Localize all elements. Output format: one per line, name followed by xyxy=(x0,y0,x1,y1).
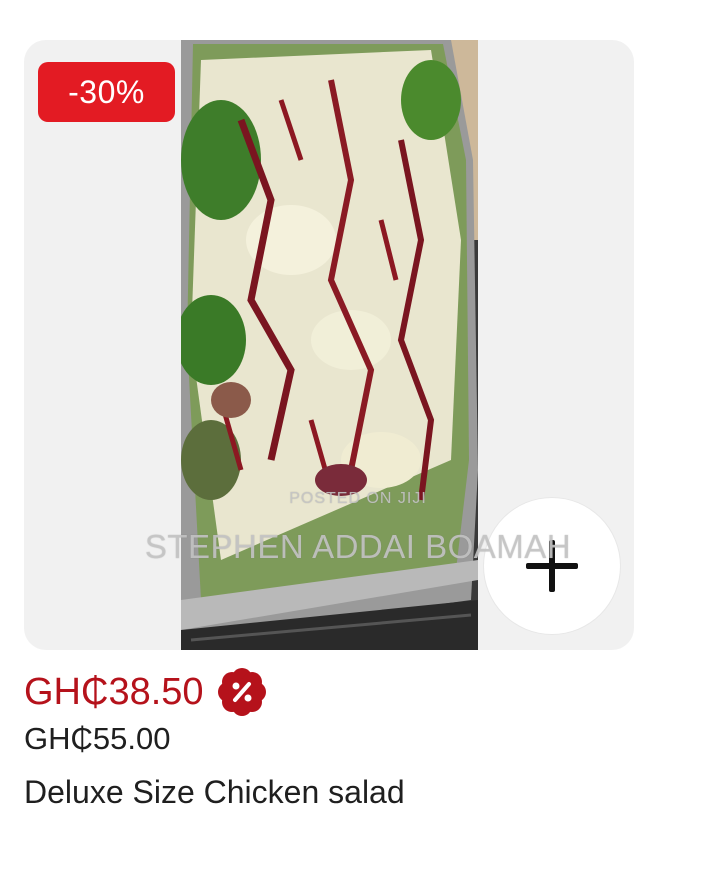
plus-icon xyxy=(526,540,578,592)
discount-badge: -30% xyxy=(38,62,175,122)
discount-flower-icon xyxy=(217,668,266,716)
current-price: GH₵38.50 xyxy=(24,671,204,713)
product-title[interactable]: Deluxe Size Chicken salad xyxy=(24,772,405,812)
original-price: GH₵55.00 xyxy=(24,721,171,756)
add-to-cart-button[interactable] xyxy=(484,498,620,634)
product-image[interactable] xyxy=(181,40,478,650)
salad-photo xyxy=(181,40,478,650)
price-row: GH₵38.50 xyxy=(24,668,266,716)
product-card[interactable]: -30% xyxy=(24,40,634,650)
